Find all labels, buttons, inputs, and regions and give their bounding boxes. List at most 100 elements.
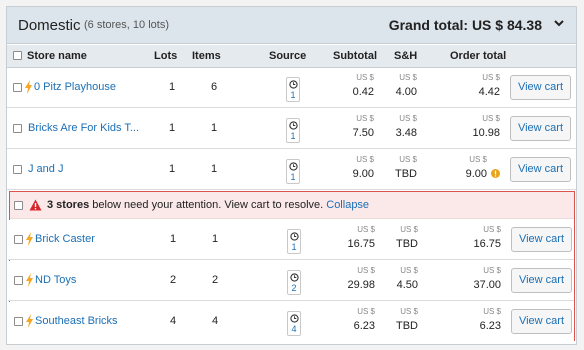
attention-text: below need your attention. View cart to … <box>89 199 327 211</box>
sh-value: TBD <box>396 320 418 332</box>
source-count: 1 <box>290 90 296 100</box>
source-count: 4 <box>291 324 297 334</box>
source-button[interactable]: 4 <box>287 311 301 336</box>
lots-value: 1 <box>168 81 176 93</box>
chevron-down-icon[interactable] <box>552 16 566 30</box>
lightning-bolt-icon <box>26 232 33 246</box>
store-name-link[interactable]: Bricks Are For Kids T... <box>28 122 139 134</box>
lots-value: 4 <box>169 315 177 327</box>
view-cart-button[interactable]: View cart <box>510 75 571 100</box>
items-value: 1 <box>211 233 219 245</box>
items-value: 6 <box>210 81 218 93</box>
store-name-link[interactable]: ND Toys <box>35 274 76 286</box>
info-circle-icon[interactable] <box>491 169 500 178</box>
sh-value: 3.48 <box>395 127 417 139</box>
lightning-bolt-icon <box>25 80 32 94</box>
clock-icon <box>290 232 299 241</box>
col-sh: S&H <box>394 50 418 62</box>
items-value: 4 <box>211 315 219 327</box>
subtotal-value: 7.50 <box>352 127 374 139</box>
col-items: Items <box>192 50 221 62</box>
store-row: 0 Pitz Playhouse 1 6 1 US $ 0.42 US $ 4.00… <box>7 68 576 108</box>
currency-label: US $ <box>399 73 417 82</box>
store-checkbox[interactable] <box>14 276 23 285</box>
view-cart-button[interactable]: View cart <box>510 116 571 141</box>
lightning-bolt-icon <box>26 273 33 287</box>
store-checkbox[interactable] <box>14 317 23 326</box>
attention-count: 3 stores <box>47 199 90 211</box>
currency-label: US $ <box>357 225 375 234</box>
source-button[interactable]: 2 <box>287 270 301 295</box>
clock-icon <box>289 121 298 130</box>
attention-message: 3 stores below need your attention. View… <box>47 199 369 211</box>
subtotal-value: 9.00 <box>352 168 374 180</box>
store-row: Brick Caster 1 1 1 US $ 16.75 US $ TBD US … <box>8 220 574 260</box>
store-name-link[interactable]: Brick Caster <box>35 233 95 245</box>
currency-label: US $ <box>356 73 374 82</box>
currency-label: US $ <box>357 266 375 275</box>
clock-icon <box>290 273 299 282</box>
col-lots: Lots <box>154 50 178 62</box>
order-total-value: 9.00 <box>465 168 487 180</box>
items-value: 2 <box>211 274 219 286</box>
col-store-name: Store name <box>27 50 87 62</box>
store-row: Southeast Bricks 4 4 4 US $6.23 US $ TBD … <box>8 302 574 342</box>
currency-label: US $ <box>356 114 374 123</box>
store-name-link[interactable]: 0 Pitz Playhouse <box>34 81 116 93</box>
section-summary: (6 stores, 10 lots) <box>84 19 169 31</box>
lightning-bolt-icon <box>26 314 33 328</box>
currency-label: US $ <box>400 266 418 275</box>
currency-label: US $ <box>400 225 418 234</box>
currency-label: US $ <box>469 155 487 164</box>
view-cart-button[interactable]: View cart <box>511 309 572 334</box>
currency-label: US $ <box>356 155 374 164</box>
attention-group: 3 stores below need your attention. View… <box>8 191 575 342</box>
lots-value: 1 <box>168 122 176 134</box>
domestic-cart-panel: Domestic (6 stores, 10 lots) Grand total… <box>6 6 577 345</box>
order-total-value: 10.98 <box>472 127 500 139</box>
items-value: 1 <box>210 122 218 134</box>
store-row: Bricks Are For Kids T... 1 1 1 US $7.50 … <box>7 109 576 149</box>
source-button[interactable]: 1 <box>286 77 300 102</box>
alert-triangle-icon <box>29 199 42 211</box>
currency-label: US $ <box>400 307 418 316</box>
clock-icon <box>290 314 299 323</box>
currency-label: US $ <box>483 225 501 234</box>
store-checkbox[interactable] <box>13 165 22 174</box>
sh-value: 4.50 <box>396 279 418 291</box>
subtotal-value: 6.23 <box>353 320 375 332</box>
store-name-link[interactable]: J and J <box>28 163 63 175</box>
subtotal-value: 29.98 <box>347 279 375 291</box>
sh-value: 4.00 <box>395 86 417 98</box>
col-order-total: Order total <box>450 50 507 62</box>
subtotal-value: 0.42 <box>352 86 374 98</box>
currency-label: US $ <box>399 114 417 123</box>
currency-label: US $ <box>482 114 500 123</box>
column-header-row: Store name Lots Items Source Subtotal S&… <box>7 45 576 68</box>
col-subtotal: Subtotal <box>333 50 377 62</box>
store-checkbox[interactable] <box>14 235 23 244</box>
collapse-link[interactable]: Collapse <box>326 199 369 211</box>
clock-icon <box>289 80 298 89</box>
lots-value: 1 <box>169 233 177 245</box>
source-button[interactable]: 1 <box>287 229 301 254</box>
store-checkbox[interactable] <box>13 83 22 92</box>
store-row: J and J 1 1 1 US $9.00 US $ TBD US $9.00 … <box>7 150 576 190</box>
source-count: 2 <box>291 283 297 293</box>
store-row: ND Toys 2 2 2 US $ 29.98 US $ 4.50 US $ 37.… <box>8 261 574 301</box>
source-count: 1 <box>290 131 296 141</box>
store-checkbox[interactable] <box>13 124 22 133</box>
sh-value: TBD <box>396 238 418 250</box>
source-count: 1 <box>290 172 296 182</box>
view-cart-button[interactable]: View cart <box>511 268 572 293</box>
view-cart-button[interactable]: View cart <box>511 227 572 252</box>
store-name-link[interactable]: Southeast Bricks <box>35 315 118 327</box>
source-button[interactable]: 1 <box>286 118 300 143</box>
select-all-checkbox[interactable] <box>13 51 22 60</box>
panel-header[interactable]: Domestic (6 stores, 10 lots) Grand total… <box>7 7 576 44</box>
source-button[interactable]: 1 <box>286 159 300 184</box>
lots-value: 1 <box>168 163 176 175</box>
view-cart-button[interactable]: View cart <box>510 157 571 182</box>
subtotal-value: 16.75 <box>347 238 375 250</box>
attention-select-checkbox[interactable] <box>14 201 23 210</box>
